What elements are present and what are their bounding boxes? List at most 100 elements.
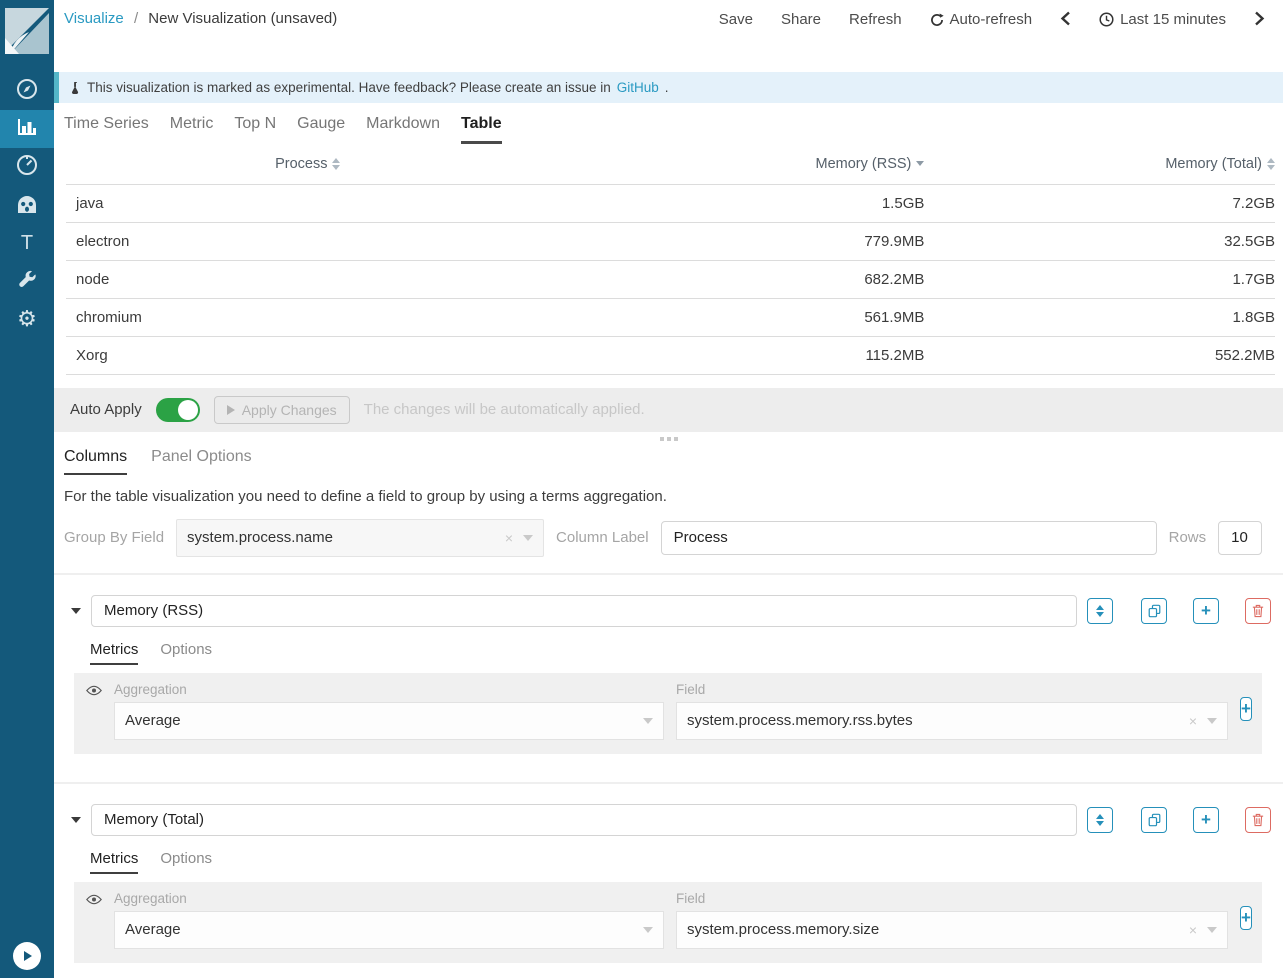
viz-type-tabs: Time Series Metric Top N Gauge Markdown … — [54, 103, 1283, 144]
cell-process: Xorg — [66, 336, 550, 374]
cell-total: 1.8GB — [924, 298, 1275, 336]
add-series-button[interactable]: + — [1193, 598, 1219, 624]
sidebar-item-visualize[interactable] — [0, 110, 54, 148]
save-button[interactable]: Save — [719, 11, 753, 28]
tab-columns[interactable]: Columns — [64, 448, 127, 475]
visibility-eye-icon[interactable] — [86, 685, 102, 696]
field-select[interactable]: system.process.memory.rss.bytes × — [676, 702, 1228, 740]
tab-options[interactable]: Options — [160, 850, 212, 874]
tab-markdown[interactable]: Markdown — [366, 115, 440, 144]
column-header-process[interactable]: Process — [66, 144, 550, 184]
series-label-input[interactable] — [91, 804, 1077, 836]
column-label-input[interactable] — [661, 521, 1157, 555]
trash-icon — [1252, 813, 1264, 827]
chevron-down-icon[interactable] — [1207, 927, 1217, 933]
collapse-caret-icon[interactable] — [71, 608, 81, 614]
cell-total: 32.5GB — [924, 222, 1275, 260]
table-header-row: Process Memory (RSS) Memory (Total) — [66, 144, 1275, 184]
sort-icon[interactable] — [332, 158, 340, 170]
github-link[interactable]: GitHub — [617, 80, 659, 95]
sort-icon[interactable] — [1267, 158, 1275, 170]
sidebar-item-discover[interactable] — [0, 72, 54, 110]
rows-input[interactable] — [1218, 521, 1262, 555]
tab-options[interactable]: Options — [160, 641, 212, 665]
series-tabs: Metrics Options — [90, 641, 1271, 665]
chevron-down-icon[interactable] — [1207, 718, 1217, 724]
chevron-down-icon[interactable] — [643, 927, 653, 933]
section-divider — [54, 782, 1283, 784]
cell-rss: 779.9MB — [550, 222, 925, 260]
field-select[interactable]: system.process.memory.size × — [676, 911, 1228, 949]
add-series-button[interactable]: + — [1193, 807, 1219, 833]
timepicker-back-button[interactable] — [1060, 11, 1071, 26]
cell-total: 552.2MB — [924, 336, 1275, 374]
breadcrumb-visualize-link[interactable]: Visualize — [64, 10, 124, 27]
timepicker-forward-button[interactable] — [1254, 11, 1265, 26]
chevron-down-icon[interactable] — [643, 718, 653, 724]
sidebar-item-letter-t[interactable]: T — [0, 224, 54, 262]
timelion-face-icon — [15, 192, 39, 219]
plus-icon: + — [1241, 909, 1251, 926]
table-row: java 1.5GB 7.2GB — [66, 184, 1275, 222]
reorder-series-button[interactable] — [1087, 807, 1113, 833]
sidebar-item-management[interactable]: ⚙ — [0, 300, 54, 338]
aggregation-group: Aggregation Average — [114, 891, 664, 949]
delete-series-button[interactable] — [1245, 807, 1271, 833]
clone-series-button[interactable] — [1141, 598, 1167, 624]
tab-panel-options[interactable]: Panel Options — [151, 448, 252, 475]
breadcrumb-current: New Visualization (unsaved) — [148, 10, 337, 27]
tab-metrics[interactable]: Metrics — [90, 641, 138, 665]
series-tabs: Metrics Options — [90, 850, 1271, 874]
auto-refresh-button[interactable]: Auto-refresh — [930, 11, 1033, 28]
collapse-caret-icon[interactable] — [71, 817, 81, 823]
apply-changes-button[interactable]: Apply Changes — [214, 396, 350, 424]
tab-table[interactable]: Table — [461, 115, 502, 144]
sort-desc-icon[interactable] — [916, 161, 924, 166]
column-header-memory-total[interactable]: Memory (Total) — [924, 144, 1275, 184]
add-metric-button[interactable]: + — [1240, 906, 1252, 930]
tab-gauge[interactable]: Gauge — [297, 115, 345, 144]
sidebar-collapse-button[interactable] — [13, 942, 41, 970]
auto-apply-toggle[interactable] — [156, 398, 200, 422]
clock-icon — [1099, 12, 1114, 27]
sidebar-item-timelion[interactable] — [0, 186, 54, 224]
tab-metrics[interactable]: Metrics — [90, 850, 138, 874]
tab-top-n[interactable]: Top N — [234, 115, 276, 144]
cell-total: 7.2GB — [924, 184, 1275, 222]
up-down-icon — [1096, 814, 1104, 826]
plus-icon: + — [1201, 811, 1211, 828]
aggregation-select[interactable]: Average — [114, 911, 664, 949]
field-group: Field system.process.memory.rss.bytes × — [676, 682, 1228, 740]
series-label-input[interactable] — [91, 595, 1077, 627]
play-icon — [227, 405, 235, 415]
panel-resize-handle[interactable] — [54, 432, 1283, 444]
clear-icon[interactable]: × — [505, 530, 513, 546]
play-icon — [21, 950, 33, 962]
share-button[interactable]: Share — [781, 11, 821, 28]
kibana-logo[interactable] — [0, 0, 54, 66]
column-header-memory-rss[interactable]: Memory (RSS) — [550, 144, 925, 184]
tab-time-series[interactable]: Time Series — [64, 115, 149, 144]
clone-series-button[interactable] — [1141, 807, 1167, 833]
add-metric-button[interactable]: + — [1240, 697, 1252, 721]
aggregation-group: Aggregation Average — [114, 682, 664, 740]
sidebar-item-dev-tools[interactable] — [0, 262, 54, 300]
sidebar-item-dashboard[interactable] — [0, 148, 54, 186]
reorder-series-button[interactable] — [1087, 598, 1113, 624]
tab-metric[interactable]: Metric — [170, 115, 214, 144]
chevron-down-icon[interactable] — [523, 535, 533, 541]
delete-series-button[interactable] — [1245, 598, 1271, 624]
table-row: Xorg 115.2MB 552.2MB — [66, 336, 1275, 374]
editor-tabs: Columns Panel Options — [54, 448, 1283, 475]
aggregation-select[interactable]: Average — [114, 702, 664, 740]
group-by-field-select[interactable]: system.process.name × — [176, 519, 544, 557]
timepicker-button[interactable]: Last 15 minutes — [1099, 11, 1226, 28]
clear-icon[interactable]: × — [1189, 922, 1197, 938]
letter-t-icon: T — [21, 232, 33, 255]
refresh-cycle-icon — [930, 13, 944, 27]
clear-icon[interactable]: × — [1189, 713, 1197, 729]
refresh-button[interactable]: Refresh — [849, 11, 902, 28]
compass-icon — [15, 77, 39, 106]
visibility-eye-icon[interactable] — [86, 894, 102, 905]
field-label: Field — [676, 682, 1228, 697]
